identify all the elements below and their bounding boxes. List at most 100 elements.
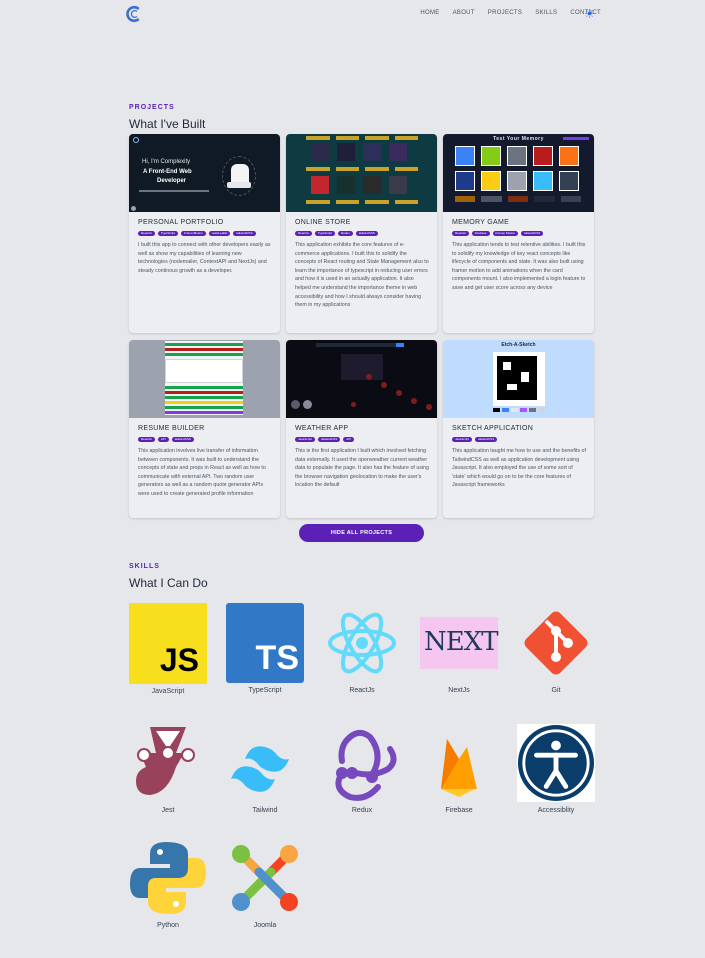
- skill-git: Git: [516, 603, 596, 694]
- tech-tag: tailwindCSS: [475, 437, 498, 442]
- skill-label: Redux: [351, 807, 373, 814]
- project-card-online-store[interactable]: ONLINE STORE ReactJs TypeScript Redux ta…: [286, 134, 437, 333]
- skill-joomla: Joomla: [225, 838, 305, 929]
- tech-tag: reactLeaflet: [208, 231, 231, 236]
- skill-typescript: TS TypeScript: [225, 603, 305, 694]
- tech-tag: JavaScript: [452, 437, 473, 442]
- project-screenshot-portfolio: Hi, I'm Complexity A Front-End Web Devel…: [129, 134, 280, 212]
- top-nav: HOME ABOUT PROJECTS SKILLS CONTACT: [0, 0, 705, 30]
- tech-tag: TypeScript: [157, 231, 179, 236]
- hide-all-projects-button[interactable]: HIDE ALL PROJECTS: [299, 524, 424, 542]
- skill-react: ReactJs: [322, 603, 402, 694]
- tech-tag: tailwindCSS: [318, 437, 341, 442]
- project-tags: ReactJs API tailwindCSS: [138, 437, 280, 442]
- project-description: This application taught me how to use an…: [452, 448, 586, 489]
- python-icon: [130, 842, 206, 914]
- tech-tag: FramerMotion: [181, 231, 206, 236]
- tailwind-icon: [231, 746, 289, 792]
- skill-label: TypeScript: [248, 687, 282, 694]
- tech-tag: Redux: [338, 231, 353, 236]
- tech-tag: ReactJs: [138, 437, 155, 442]
- skill-javascript: JS JavaScript: [128, 603, 208, 695]
- skill-label: Jest: [161, 807, 175, 814]
- joomla-icon: [232, 845, 298, 911]
- project-card-resume-builder[interactable]: RESUME BUILDER ReactJs API tailwindCSS T…: [129, 340, 280, 518]
- tech-tag: ReactJs: [452, 231, 469, 236]
- project-title: MEMORY GAME: [452, 219, 510, 226]
- project-card-memory-game[interactable]: Test Your Memory MEMORY GAME ReactJs Fir…: [443, 134, 594, 333]
- skill-label: Git: [551, 687, 561, 694]
- tech-tag: API: [157, 437, 169, 442]
- tech-tag: JavaScript: [295, 437, 316, 442]
- skill-label: Firebase: [445, 807, 473, 814]
- project-tags: ReactJs TypeScript FramerMotion reactLea…: [138, 231, 280, 236]
- project-tags: ReactJs Firebase Framer Motion tailwindC…: [452, 231, 594, 236]
- project-description: This application exhibits the core featu…: [295, 242, 429, 309]
- project-screenshot-weather-app: [286, 340, 437, 418]
- tech-tag: Framer Motion: [492, 231, 519, 236]
- skill-label: Tailwind: [252, 807, 278, 814]
- skills-section-title: What I Can Do: [129, 576, 208, 590]
- project-card-weather-app[interactable]: WEATHER APP JavaScript tailwindCSS API T…: [286, 340, 437, 518]
- typescript-icon: TS: [226, 603, 304, 683]
- tech-tag: TypeScript: [314, 231, 336, 236]
- skill-label: Python: [157, 922, 179, 929]
- skill-label: JavaScript: [151, 688, 185, 695]
- skill-tailwind: Tailwind: [225, 723, 305, 814]
- skill-label: Accessiblity: [537, 807, 575, 814]
- skills-section-tag: SKILLS: [129, 563, 160, 570]
- skill-firebase: Firebase: [419, 723, 499, 814]
- projects-section-title: What I've Built: [129, 117, 206, 131]
- accessibility-icon: [517, 724, 595, 802]
- project-tags: JavaScript tailwindCSS: [452, 437, 594, 442]
- react-icon: [324, 605, 400, 681]
- nav-skills[interactable]: SKILLS: [535, 10, 557, 16]
- nav-home[interactable]: HOME: [420, 10, 439, 16]
- tech-tag: tailwindCSS: [233, 231, 256, 236]
- project-card-sketch-app[interactable]: Etch-A-Sketch SKETCH APPLICATION JavaScr…: [443, 340, 594, 518]
- git-icon: [524, 611, 588, 675]
- skill-python: Python: [128, 838, 208, 929]
- project-title: WEATHER APP: [295, 425, 349, 432]
- tech-tag: tailwindCSS: [521, 231, 544, 236]
- project-title: RESUME BUILDER: [138, 425, 205, 432]
- project-title: PERSONAL PORTFOLIO: [138, 219, 224, 226]
- sun-icon[interactable]: [585, 9, 594, 18]
- redux-icon: [335, 729, 397, 801]
- skill-label: NextJs: [448, 687, 470, 694]
- project-card-portfolio[interactable]: Hi, I'm Complexity A Front-End Web Devel…: [129, 134, 280, 333]
- skill-redux: Redux: [322, 723, 402, 814]
- jest-icon: [136, 727, 195, 795]
- project-title: ONLINE STORE: [295, 219, 351, 226]
- project-screenshot-resume-builder: [129, 340, 280, 418]
- nav-projects[interactable]: PROJECTS: [488, 10, 522, 16]
- project-description: This application involves live transfer …: [138, 448, 266, 497]
- project-screenshot-memory-game: Test Your Memory: [443, 134, 594, 212]
- project-title: SKETCH APPLICATION: [452, 425, 534, 432]
- project-description: This application tends to test retentive…: [452, 242, 586, 291]
- project-tags: JavaScript tailwindCSS API: [295, 437, 437, 442]
- project-description: I built this app to connect with other d…: [138, 242, 271, 274]
- skill-accessibility: Accessiblity: [516, 723, 596, 814]
- tech-tag: API: [343, 437, 355, 442]
- project-description: This is the first application I built wh…: [295, 448, 429, 489]
- firebase-icon: [441, 739, 477, 797]
- skill-label: Joomla: [253, 922, 277, 929]
- nextjs-icon: NEXT: [420, 603, 499, 683]
- project-screenshot-sketch-app: Etch-A-Sketch: [443, 340, 594, 418]
- nav-links: HOME ABOUT PROJECTS SKILLS CONTACT: [420, 10, 601, 16]
- skill-nextjs: NEXT NextJs: [419, 603, 499, 694]
- javascript-icon: JS: [129, 603, 207, 684]
- project-screenshot-online-store: [286, 134, 437, 212]
- tech-tag: tailwindCSS: [171, 437, 194, 442]
- tech-tag: ReactJs: [295, 231, 312, 236]
- skill-jest: Jest: [128, 723, 208, 814]
- tech-tag: Firebase: [471, 231, 490, 236]
- tech-tag: tailwindCSS: [355, 231, 378, 236]
- nav-about[interactable]: ABOUT: [453, 10, 475, 16]
- tech-tag: ReactJs: [138, 231, 155, 236]
- projects-section-tag: PROJECTS: [129, 104, 175, 111]
- logo-icon[interactable]: [126, 5, 143, 23]
- skill-label: ReactJs: [349, 687, 375, 694]
- project-tags: ReactJs TypeScript Redux tailwindCSS: [295, 231, 437, 236]
